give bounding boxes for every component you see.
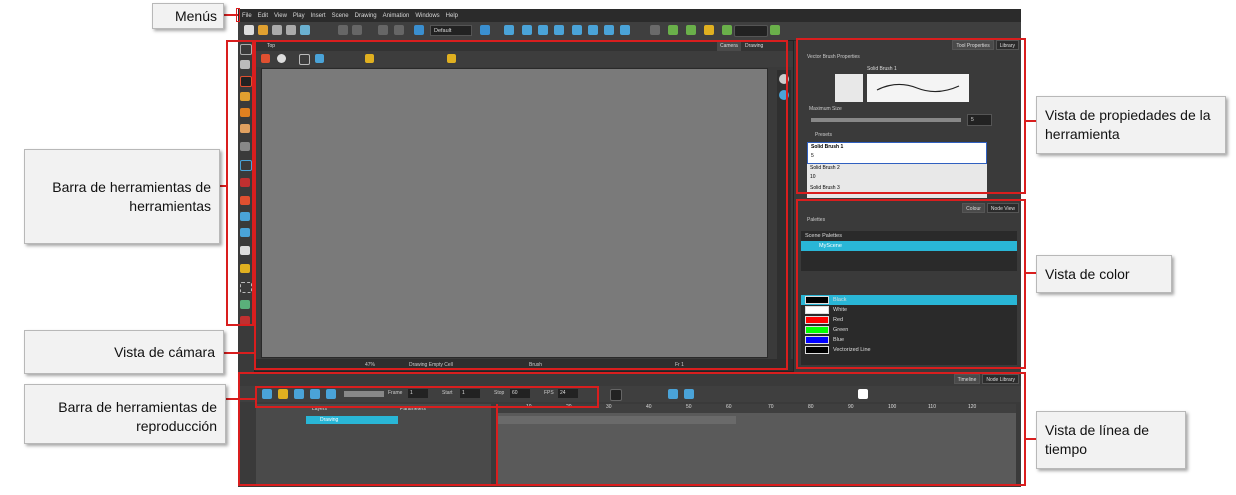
new-icon[interactable] bbox=[244, 25, 254, 35]
colour-icon[interactable] bbox=[722, 25, 732, 35]
redo-icon[interactable] bbox=[352, 25, 362, 35]
camera-connector bbox=[224, 352, 256, 354]
menu-bar: File Edit View Play Insert Scene Drawing… bbox=[238, 9, 1021, 22]
tool-properties-highlight bbox=[796, 38, 1026, 194]
workspace-manager-icon[interactable] bbox=[480, 25, 490, 35]
tools-toolbar-callout: Barra de herramientas de herramientas bbox=[24, 149, 220, 244]
transform-icon[interactable] bbox=[538, 25, 548, 35]
kinematic-icon[interactable] bbox=[620, 25, 630, 35]
script-icon[interactable] bbox=[770, 25, 780, 35]
workspace-select[interactable]: Default bbox=[430, 25, 472, 36]
undo-icon[interactable] bbox=[338, 25, 348, 35]
menu-scene[interactable]: Scene bbox=[332, 13, 349, 19]
menu-view[interactable]: View bbox=[274, 13, 287, 19]
tool-properties-callout: Vista de propiedades de la herramienta bbox=[1036, 96, 1226, 154]
menus-callout: Menús bbox=[152, 3, 224, 29]
tools-toolbar-highlight bbox=[226, 40, 254, 326]
timeline-view-highlight bbox=[238, 372, 1026, 486]
menu-help[interactable]: Help bbox=[446, 13, 458, 19]
deform-icon[interactable] bbox=[604, 25, 614, 35]
timeline-view-callout: Vista de línea de tiempo bbox=[1036, 411, 1186, 469]
colour-view-callout: Vista de color bbox=[1036, 255, 1172, 293]
peg-icon[interactable] bbox=[522, 25, 532, 35]
node-icon[interactable] bbox=[686, 25, 696, 35]
menu-insert[interactable]: Insert bbox=[311, 13, 326, 19]
camera-view-callout: Vista de cámara bbox=[24, 330, 224, 374]
playback-toolbar-callout: Barra de herramientas de reproducción bbox=[24, 384, 226, 444]
motion-icon[interactable] bbox=[554, 25, 564, 35]
menu-drawing[interactable]: Drawing bbox=[355, 13, 377, 19]
onion-icon[interactable] bbox=[572, 25, 582, 35]
bone-icon[interactable] bbox=[588, 25, 598, 35]
rig-icon[interactable] bbox=[650, 25, 660, 35]
offset-icon[interactable] bbox=[668, 25, 678, 35]
menu-play[interactable]: Play bbox=[293, 13, 305, 19]
open-icon[interactable] bbox=[258, 25, 268, 35]
cut-icon[interactable] bbox=[378, 25, 388, 35]
menu-edit[interactable]: Edit bbox=[258, 13, 268, 19]
camera-icon[interactable] bbox=[504, 25, 514, 35]
workspace-icon[interactable] bbox=[414, 25, 424, 35]
save-as-icon[interactable] bbox=[286, 25, 296, 35]
menu-animation[interactable]: Animation bbox=[383, 13, 410, 19]
camera-view-highlight bbox=[254, 40, 788, 370]
dropdown-icon[interactable] bbox=[734, 25, 768, 37]
menu-windows[interactable]: Windows bbox=[415, 13, 439, 19]
colour-view-highlight bbox=[796, 199, 1026, 369]
menu-file[interactable]: File bbox=[242, 13, 252, 19]
copy-icon[interactable] bbox=[394, 25, 404, 35]
import-icon[interactable] bbox=[300, 25, 310, 35]
playback-connector bbox=[226, 398, 256, 400]
menus-connector bbox=[224, 14, 238, 16]
save-icon[interactable] bbox=[272, 25, 282, 35]
select-box-icon[interactable] bbox=[704, 25, 714, 35]
